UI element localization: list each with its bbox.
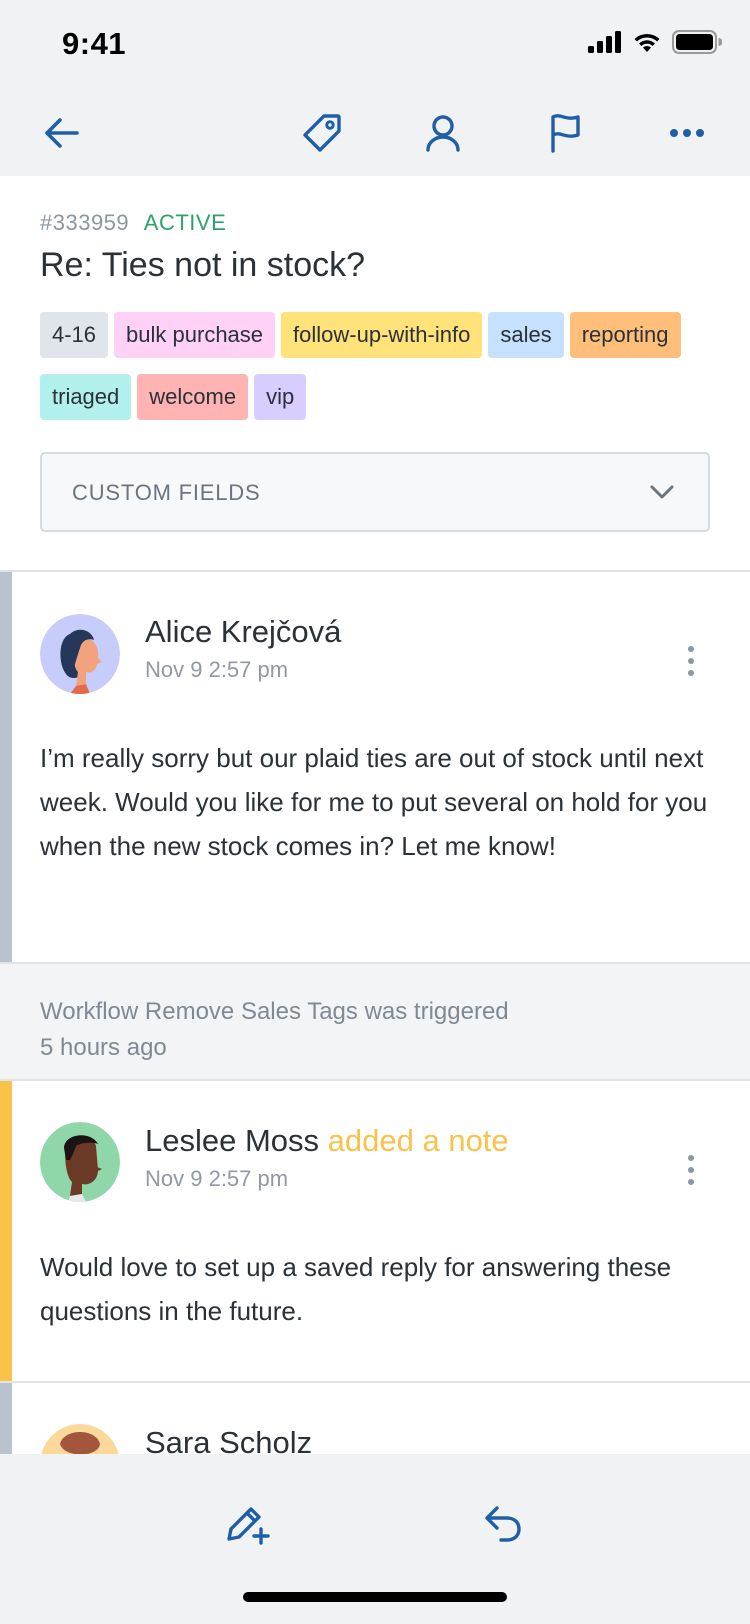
custom-fields-label: CUSTOM FIELDS [72,480,261,505]
avatar-image [41,1424,119,1454]
conversation-subject: Re: Ties not in stock? [40,246,366,284]
wifi-icon [634,33,660,52]
tag-item[interactable]: bulk purchase [114,312,276,358]
status-badge: ACTIVE [143,210,227,235]
more-vertical-icon [688,646,694,652]
tag-item[interactable]: vip [254,374,307,420]
back-arrow-icon [45,118,79,148]
conversation-header: #333959 ACTIVE Re: Ties not in stock? 4-… [0,176,750,572]
thread-bar [0,1383,12,1454]
avatar-image [40,614,120,694]
tag-list: 4-16 bulk purchase follow-up-with-info s… [40,312,720,420]
custom-fields-dropdown[interactable]: CUSTOM FIELDS [40,452,710,532]
event-description: Workflow Remove Sales Tags was triggered [40,998,509,1025]
home-indicator [243,1592,507,1602]
tag-item[interactable]: welcome [137,374,249,420]
flag-button[interactable] [540,108,590,158]
tag-item[interactable]: follow-up-with-info [281,312,483,358]
avatar-image [40,1122,120,1202]
message-author: Sara Scholz [145,1425,313,1454]
message-options-button[interactable] [676,636,706,686]
status-time: 9:41 [62,26,127,61]
event-time: 5 hours ago [40,1034,167,1061]
chevron-down-icon [650,485,674,499]
tag-item[interactable]: 4-16 [40,312,109,358]
note-timestamp: Nov 9 2:57 pm [145,1166,289,1191]
signal-icon [588,31,621,53]
assign-user-button[interactable] [418,108,468,158]
workflow-event: Workflow Remove Sales Tags was triggered… [0,964,750,1081]
conversation-view: #333959 ACTIVE Re: Ties not in stock? 4-… [0,176,750,1454]
note-action: added a note [327,1123,509,1158]
battery-icon [672,30,722,54]
flag-icon [551,114,580,153]
status-bar: 9:41 [0,0,750,90]
note-author-name: Leslee Moss [145,1123,320,1158]
add-note-button[interactable] [217,1494,277,1554]
tag-button[interactable] [297,108,347,158]
conversation-meta: #333959 ACTIVE [40,210,226,236]
top-toolbar [0,90,750,176]
avatar [40,614,120,694]
tag-item[interactable]: reporting [569,312,681,358]
conversation-id: #333959 [40,210,130,235]
tag-item[interactable]: triaged [40,374,132,420]
avatar [40,1424,120,1454]
thread-bar [0,1081,12,1381]
event-text: Workflow Remove Sales Tags was triggered… [40,994,509,1066]
avatar [40,1122,120,1202]
more-vertical-icon [688,1155,694,1161]
user-icon [426,115,460,152]
more-button[interactable] [662,108,712,158]
tag-item[interactable]: sales [488,312,564,358]
thread-note: Leslee Moss added a note Nov 9 2:57 pm W… [0,1081,750,1383]
message-timestamp: Nov 9 2:57 pm [145,657,289,682]
note-options-button[interactable] [676,1145,706,1195]
thread-message: Alice Krejčová Nov 9 2:57 pm I’m really … [0,572,750,964]
reply-button[interactable] [473,1494,533,1554]
thread-bar [0,572,12,962]
bottom-toolbar [0,1454,750,1624]
status-icons [588,30,722,54]
tag-icon [303,114,341,152]
note-body: Would love to set up a saved reply for a… [40,1252,672,1326]
message-body: I’m really sorry but our plaid ties are … [40,743,708,861]
more-horizontal-icon [670,129,704,137]
message-author: Alice Krejčová [145,614,342,649]
note-author: Leslee Moss added a note [145,1123,509,1159]
thread-message: Sara Scholz [0,1383,750,1454]
back-button[interactable] [37,108,87,158]
reply-icon [485,1506,521,1542]
compose-note-icon [227,1507,270,1545]
